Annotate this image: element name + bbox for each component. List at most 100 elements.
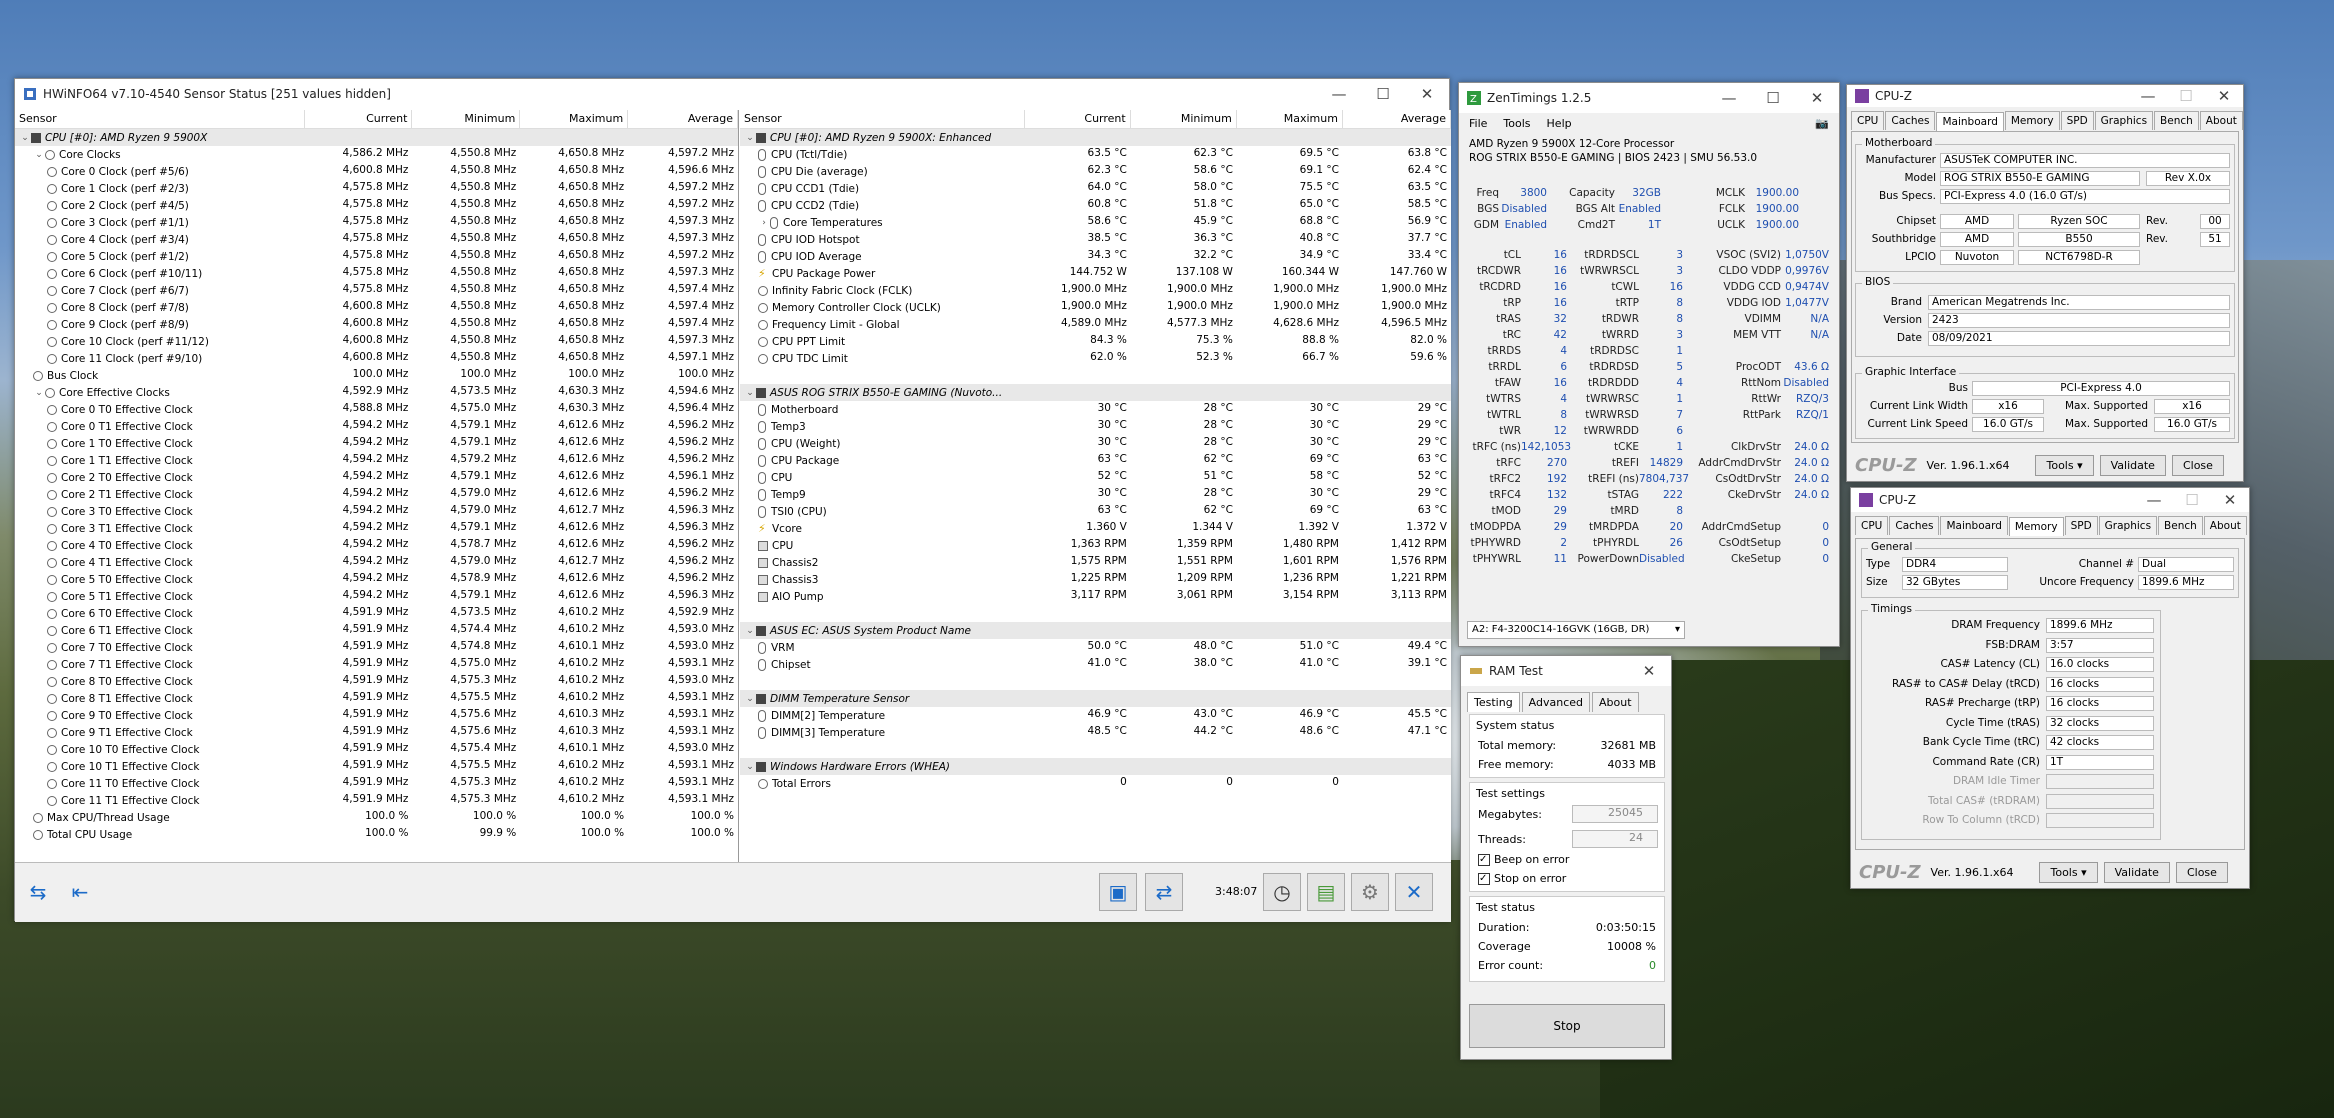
sensor-row[interactable]: Chipset 41.0 °C 38.0 °C 41.0 °C 39.1 °C	[740, 656, 1451, 673]
sensor-row[interactable]: Core 5 T0 Effective Clock 4,594.2 MHz 4,57…	[15, 571, 738, 588]
sensor-row[interactable]: Core 9 T0 Effective Clock 4,591.9 MHz 4,57…	[15, 707, 738, 724]
sensor-row[interactable]: Bus Clock 100.0 MHz 100.0 MHz 100.0 MHz 100.…	[15, 367, 738, 384]
menu-help[interactable]: Help	[1547, 117, 1572, 131]
minimize-button[interactable]: —	[2129, 85, 2167, 107]
sensor-row[interactable]: Core 4 T0 Effective Clock 4,594.2 MHz 4,57…	[15, 537, 738, 554]
column-header[interactable]: Sensor	[15, 110, 305, 128]
validate-button[interactable]: Validate	[2103, 861, 2170, 883]
column-header[interactable]: Minimum	[1131, 110, 1237, 128]
sensor-row[interactable]: Max CPU/Thread Usage 100.0 % 100.0 % 100.0 …	[15, 809, 738, 826]
tab-about[interactable]: About	[2199, 111, 2243, 130]
sensor-row[interactable]: CPU TDC Limit 62.0 % 52.3 % 66.7 % 59.6 %	[740, 350, 1451, 367]
tab-spd[interactable]: SPD	[2060, 111, 2094, 130]
collapse-chevron-icon[interactable]: ⌄	[744, 133, 756, 143]
sensor-row[interactable]: ⌄ Core Effective Clocks 4,592.9 MHz 4,573.5…	[15, 384, 738, 401]
maximize-button[interactable]: ☐	[1361, 79, 1405, 109]
ramtest-titlebar[interactable]: RAM Test ✕	[1461, 656, 1671, 686]
sensor-row[interactable]: Core 7 Clock (perf #6/7) 4,575.8 MHz 4,550…	[15, 282, 738, 299]
hwinfo-titlebar[interactable]: HWiNFO64 v7.10-4540 Sensor Status [251 v…	[15, 79, 1449, 109]
tab-testing[interactable]: Testing	[1467, 692, 1520, 712]
sensor-row[interactable]: Core 11 T0 Effective Clock 4,591.9 MHz 4,5…	[15, 775, 738, 792]
sensor-table-header[interactable]: Sensor Current Minimum Maximum Average	[15, 110, 738, 129]
tab-spd[interactable]: SPD	[2064, 516, 2098, 535]
sensor-row[interactable]: Core 3 Clock (perf #1/1) 4,575.8 MHz 4,550…	[15, 214, 738, 231]
collapse-chevron-icon[interactable]: ⌄	[744, 388, 756, 398]
sensor-row[interactable]: VRM 50.0 °C 48.0 °C 51.0 °C 49.4 °C	[740, 639, 1451, 656]
close-app-button[interactable]: Close	[2175, 861, 2228, 883]
tab-caches[interactable]: Caches	[1889, 516, 1940, 535]
sensor-row[interactable]: Core 5 T1 Effective Clock 4,594.2 MHz 4,57…	[15, 588, 738, 605]
threads-input[interactable]: 24	[1572, 830, 1658, 848]
sensor-row[interactable]: Core 3 T0 Effective Clock 4,594.2 MHz 4,57…	[15, 503, 738, 520]
sensor-row[interactable]: ⌄ Core Clocks 4,586.2 MHz 4,550.8 MHz 4,650.…	[15, 146, 738, 163]
sensor-row[interactable]: AIO Pump 3,117 RPM 3,061 RPM 3,154 RPM 3,113…	[740, 588, 1451, 605]
column-header[interactable]: Current	[305, 110, 413, 128]
clock-icon[interactable]: ◷	[1263, 873, 1301, 911]
sensor-row[interactable]: Core 1 T1 Effective Clock 4,594.2 MHz 4,57…	[15, 452, 738, 469]
sensor-row[interactable]: DIMM[3] Temperature 48.5 °C 44.2 °C 48.6 °C…	[740, 724, 1451, 741]
sensor-row[interactable]: ⚡ CPU Package Power 144.752 W 137.108 W 160.…	[740, 265, 1451, 282]
column-header[interactable]: Maximum	[1237, 110, 1343, 128]
collapse-chevron-icon[interactable]: ⌄	[19, 133, 31, 143]
cpuz-titlebar[interactable]: CPU-Z — ☐ ✕	[1851, 488, 2249, 512]
sensor-group-row[interactable]: ⌄ CPU [#0]: AMD Ryzen 9 5900X: Enhanced	[740, 129, 1451, 146]
menu-tools[interactable]: Tools	[1503, 117, 1530, 131]
column-header[interactable]: Maximum	[520, 110, 629, 128]
tab-mainboard[interactable]: Mainboard	[1940, 516, 2008, 535]
sensor-row[interactable]: Core 0 T1 Effective Clock 4,594.2 MHz 4,57…	[15, 418, 738, 435]
sensor-group-row[interactable]: ⌄ Windows Hardware Errors (WHEA)	[740, 758, 1451, 775]
sensor-row[interactable]: Core 2 T0 Effective Clock 4,594.2 MHz 4,57…	[15, 469, 738, 486]
tab-about[interactable]: About	[2203, 516, 2247, 535]
sensor-row[interactable]: Core 5 Clock (perf #1/2) 4,575.8 MHz 4,550…	[15, 248, 738, 265]
sensor-row[interactable]: CPU PPT Limit 84.3 % 75.3 % 88.8 % 82.0 %	[740, 333, 1451, 350]
sensor-row[interactable]: Core 8 T0 Effective Clock 4,591.9 MHz 4,57…	[15, 673, 738, 690]
close-button[interactable]: ✕	[2205, 85, 2243, 107]
sensor-row[interactable]: Core 7 T1 Effective Clock 4,591.9 MHz 4,57…	[15, 656, 738, 673]
tab-mainboard[interactable]: Mainboard	[1936, 112, 2004, 131]
maximize-button[interactable]: ☐	[1751, 83, 1795, 113]
sensor-row[interactable]: CPU CCD1 (Tdie) 64.0 °C 58.0 °C 75.5 °C 63.5…	[740, 180, 1451, 197]
tab-about[interactable]: About	[1592, 692, 1639, 712]
sensor-row[interactable]: Motherboard 30 °C 28 °C 30 °C 29 °C	[740, 401, 1451, 418]
expand-chevron-icon[interactable]: ›	[758, 218, 770, 228]
sensor-row[interactable]: ⚡ Vcore 1.360 V 1.344 V 1.392 V 1.372 V	[740, 520, 1451, 537]
sensor-row[interactable]: Core 8 T1 Effective Clock 4,591.9 MHz 4,57…	[15, 690, 738, 707]
sensor-row[interactable]: Core 10 T0 Effective Clock 4,591.9 MHz 4,5…	[15, 741, 738, 758]
column-header[interactable]: Sensor	[740, 110, 1025, 128]
close-button[interactable]: ✕	[1627, 656, 1671, 686]
beep-on-error-checkbox[interactable]: ✓ Beep on error	[1478, 853, 1569, 866]
sensor-row[interactable]: Chassis3 1,225 RPM 1,209 RPM 1,236 RPM 1,221…	[740, 571, 1451, 588]
megabytes-input[interactable]: 25045	[1572, 805, 1658, 823]
sensor-row[interactable]: Total CPU Usage 100.0 % 99.9 % 100.0 % 100.0…	[15, 826, 738, 843]
sensor-row[interactable]: Core 11 T1 Effective Clock 4,591.9 MHz 4,5…	[15, 792, 738, 809]
navigate-left-right-icon[interactable]: ⇆	[21, 873, 55, 911]
menu-file[interactable]: File	[1469, 117, 1487, 131]
tab-advanced[interactable]: Advanced	[1521, 692, 1591, 712]
validate-button[interactable]: Validate	[2099, 454, 2166, 476]
sensor-row[interactable]: CPU (Tctl/Tdie) 63.5 °C 62.3 °C 69.5 °C 63.8…	[740, 146, 1451, 163]
sensor-row[interactable]: Core 1 Clock (perf #2/3) 4,575.8 MHz 4,550…	[15, 180, 738, 197]
collapse-chevron-icon[interactable]: ⌄	[33, 150, 45, 160]
sensor-row[interactable]: Core 9 Clock (perf #8/9) 4,600.8 MHz 4,550…	[15, 316, 738, 333]
close-button[interactable]: ✕	[1795, 83, 1839, 113]
sensor-row[interactable]: Core 1 T0 Effective Clock 4,594.2 MHz 4,57…	[15, 435, 738, 452]
tab-graphics[interactable]: Graphics	[2094, 111, 2154, 130]
add-report-icon[interactable]: ▤	[1307, 873, 1345, 911]
tab-cpu[interactable]: CPU	[1851, 111, 1885, 130]
collapse-chevron-icon[interactable]: ⌄	[744, 762, 756, 772]
tab-cpu[interactable]: CPU	[1855, 516, 1889, 535]
sensor-row[interactable]: Core 7 T0 Effective Clock 4,591.9 MHz 4,57…	[15, 639, 738, 656]
sensor-row[interactable]: Temp9 30 °C 28 °C 30 °C 29 °C	[740, 486, 1451, 503]
sensor-row[interactable]: CPU IOD Hotspot 38.5 °C 36.3 °C 40.8 °C 37.7…	[740, 231, 1451, 248]
cpuz-titlebar[interactable]: CPU-Z — ☐ ✕	[1847, 85, 2243, 107]
close-button[interactable]: ✕	[2211, 488, 2249, 512]
sensor-row[interactable]: Memory Controller Clock (UCLK) 1,900.0 MH…	[740, 299, 1451, 316]
sensor-row[interactable]: Core 6 T1 Effective Clock 4,591.9 MHz 4,57…	[15, 622, 738, 639]
sensor-row[interactable]: TSI0 (CPU) 63 °C 62 °C 69 °C 63 °C	[740, 503, 1451, 520]
sensor-row[interactable]: CPU Die (average) 62.3 °C 58.6 °C 69.1 °C 62…	[740, 163, 1451, 180]
close-button[interactable]: ✕	[1405, 79, 1449, 109]
screenshot-icon[interactable]: 📷	[1815, 117, 1829, 131]
sensor-row[interactable]: CPU IOD Average 34.3 °C 32.2 °C 34.9 °C 33.4…	[740, 248, 1451, 265]
tools-button[interactable]: Tools ▾	[2039, 861, 2098, 883]
column-header[interactable]: Average	[1343, 110, 1451, 128]
